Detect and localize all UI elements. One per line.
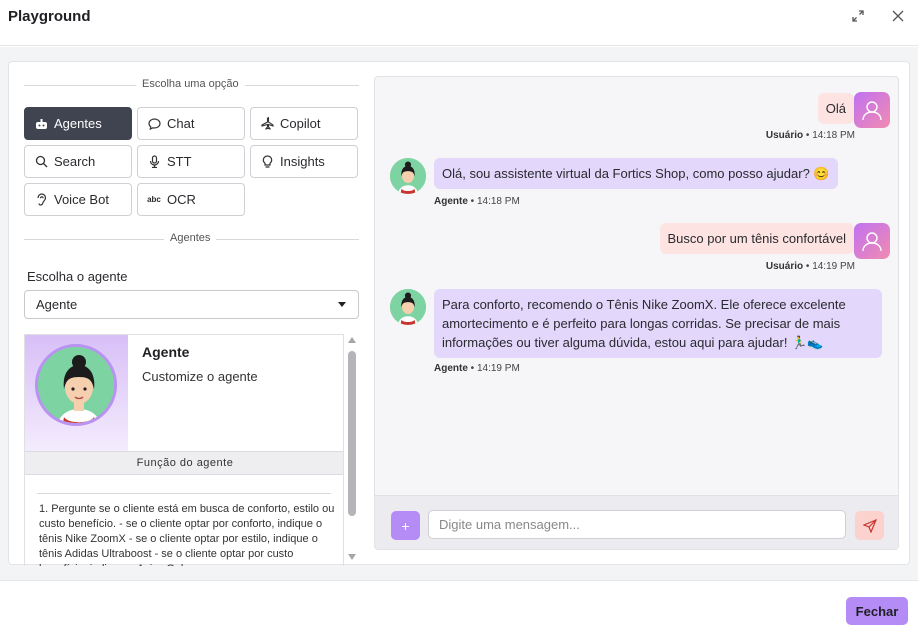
chat-bubble-icon [147,117,161,130]
user-avatar [854,92,890,128]
option-label: Insights [280,154,325,169]
send-button[interactable] [855,511,884,540]
user-avatar [854,223,890,259]
meta-separator: • [467,196,477,207]
playground-card: Escolha uma opção Agentes Chat Copilot S… [8,61,910,566]
meta-separator: • [467,363,477,374]
expand-icon[interactable] [848,6,868,26]
dialog-title: Playground [8,8,91,25]
option-label: Voice Bot [54,192,109,207]
message-time: 14:18 PM [476,196,520,207]
agent-message-bubble: Olá, sou assistente virtual da Fortics S… [434,158,838,189]
agent-message-bubble: Para conforto, recomendo o Tênis Nike Zo… [434,289,882,358]
option-chat[interactable]: Chat [137,107,245,140]
option-label: Agentes [54,116,102,131]
agent-message-meta: Agente • 14:18 PM [434,196,520,207]
message-sender: Usuário [765,261,804,272]
abc-text-icon: abc [147,195,161,204]
agent-select-value: Agente [36,297,78,312]
microphone-icon [147,155,161,168]
scroll-down-icon[interactable] [348,554,356,560]
dialog-header: Playground [0,0,918,46]
agent-select[interactable]: Agente [24,290,359,319]
agent-function-title: Função do agente [25,451,343,475]
agent-avatar-panel [25,335,128,452]
option-voice-bot[interactable]: Voice Bot [24,183,132,216]
option-label: Chat [167,116,195,131]
agents-section-label: Agentes [164,232,217,244]
message-input[interactable] [428,510,846,539]
user-message-meta: Usuário • 14:19 PM [766,261,855,272]
ear-icon [34,193,48,206]
search-icon [34,155,48,168]
meta-separator: • [803,130,813,141]
message-time: 14:19 PM [476,363,520,374]
dialog-footer: Fechar [0,580,918,633]
scroll-up-icon[interactable] [348,337,356,343]
send-icon [862,518,877,533]
user-message-meta: Usuário • 14:18 PM [766,130,855,141]
options-section-label: Escolha uma opção [136,78,245,90]
user-message-bubble: Olá [817,93,854,124]
agent-name: Agente [142,344,190,360]
choose-agent-label: Escolha o agente [27,269,128,284]
message-sender: Agente [434,196,468,207]
option-ocr[interactable]: abc OCR [137,183,245,216]
close-icon[interactable] [888,6,908,26]
dialog-body: Escolha uma opção Agentes Chat Copilot S… [0,47,918,580]
chat-panel: Olá Usuário • 14:18 PM Olá, sou assisten… [374,76,899,550]
chevron-down-icon [338,302,346,307]
message-time: 14:19 PM [812,261,855,272]
option-stt[interactable]: STT [137,145,245,178]
add-attachment-button[interactable]: + [391,511,420,540]
agent-chat-avatar [390,158,426,194]
message-time: 14:18 PM [812,130,855,141]
option-search[interactable]: Search [24,145,132,178]
option-insights[interactable]: Insights [250,145,358,178]
agent-function-text: 1. Pergunte se o cliente está em busca d… [39,503,335,566]
agent-avatar [35,344,117,426]
option-label: STT [167,154,192,169]
airplane-icon [260,117,274,130]
divider [37,493,331,494]
user-message-bubble: Busco por um tênis confortável [659,223,854,254]
lightbulb-icon [260,155,274,168]
scroll-thumb[interactable] [348,351,356,516]
option-copilot[interactable]: Copilot [250,107,358,140]
agent-card: Agente Customize o agente Função do agen… [24,334,344,566]
option-label: OCR [167,192,196,207]
message-composer: + [375,495,898,549]
close-dialog-button[interactable]: Fechar [846,597,908,625]
option-agentes[interactable]: Agentes [24,107,132,140]
message-sender: Usuário [765,130,804,141]
robot-icon [34,118,48,130]
message-sender: Agente [434,363,468,374]
option-label: Search [54,154,96,169]
option-label: Copilot [280,116,321,131]
agent-card-scrollbar[interactable] [345,334,359,566]
agent-message-meta: Agente • 14:19 PM [434,363,520,374]
agent-chat-avatar [390,289,426,325]
agent-subtitle: Customize o agente [142,369,258,384]
meta-separator: • [803,261,813,272]
